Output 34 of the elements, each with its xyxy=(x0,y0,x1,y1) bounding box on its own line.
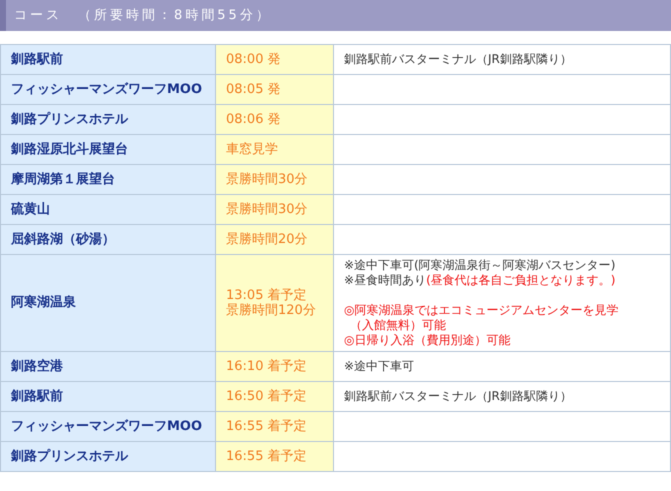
time-cell: 16:50 着予定 xyxy=(216,382,334,412)
time-cell: 16:55 着予定 xyxy=(216,412,334,442)
place-cell: 釧路湿原北斗展望台 xyxy=(0,134,216,164)
time-cell: 13:05 着予定 景勝時間120分 xyxy=(216,254,334,352)
place-cell: 釧路空港 xyxy=(0,352,216,382)
time-cell: 08:06 発 xyxy=(216,104,334,134)
section-title: コース （所要時間：8時間55分） xyxy=(14,6,272,25)
note-text: ※途中下車可 xyxy=(344,359,414,373)
time-cell: 16:10 着予定 xyxy=(216,352,334,382)
time-cell: 08:00 発 xyxy=(216,44,334,74)
note-text: ◎阿寒湖温泉ではエコミュージアムセンターを見学 xyxy=(344,303,618,317)
place-cell: 屈斜路湖（砂湯） xyxy=(0,224,216,254)
time-cell: 景勝時間30分 xyxy=(216,164,334,194)
place-cell: フィッシャーマンズワーフMOO xyxy=(0,412,216,442)
place-cell: フィッシャーマンズワーフMOO xyxy=(0,74,216,104)
note-text: ◎日帰り入浴（費用別途）可能 xyxy=(344,333,510,347)
note-text: 釧路駅前バスターミナル（JR釧路駅隣り） xyxy=(344,389,572,403)
note-text: ※昼食時間あり xyxy=(344,273,426,287)
place-cell: 釧路駅前 xyxy=(0,44,216,74)
time-cell: 08:05 発 xyxy=(216,74,334,104)
note-text: （入館無料）可能 xyxy=(349,318,446,332)
time-cell: 車窓見学 xyxy=(216,134,334,164)
time-cell: 景勝時間20分 xyxy=(216,224,334,254)
place-cell: 釧路プリンスホテル xyxy=(0,104,216,134)
note-text: 釧路駅前バスターミナル（JR釧路駅隣り） xyxy=(344,52,572,66)
place-cell: 摩周湖第１展望台 xyxy=(0,164,216,194)
note-text: (昼食代は各自ご負担となります。) xyxy=(426,273,616,287)
place-cell: 硫黄山 xyxy=(0,194,216,224)
time-cell: 景勝時間30分 xyxy=(216,194,334,224)
place-cell: 阿寒湖温泉 xyxy=(0,254,216,352)
time-cell: 16:55 着予定 xyxy=(216,442,334,472)
place-cell: 釧路プリンスホテル xyxy=(0,442,216,472)
place-cell: 釧路駅前 xyxy=(0,382,216,412)
note-text: ※途中下車可(阿寒湖温泉街～阿寒湖バスセンター) xyxy=(344,258,616,272)
